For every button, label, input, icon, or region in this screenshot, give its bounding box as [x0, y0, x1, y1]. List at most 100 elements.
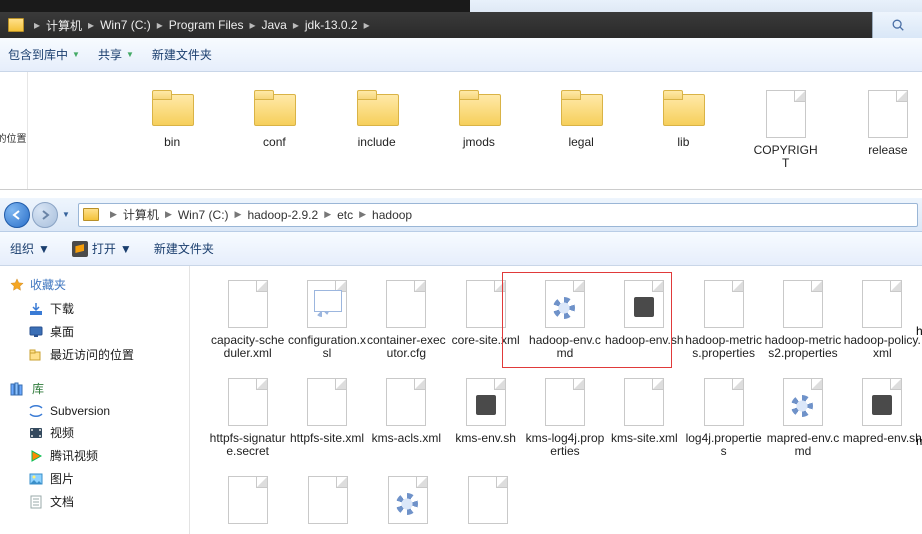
sidebar-item-pictures[interactable]: 图片 — [10, 467, 189, 490]
include-library-button[interactable]: 包含到库中 ▼ — [8, 46, 80, 63]
chevron-down-icon: ▼ — [126, 50, 134, 59]
breadcrumb-segment[interactable]: hadoop — [371, 208, 413, 222]
file-icon — [704, 280, 744, 328]
file-item[interactable]: conf — [240, 90, 308, 149]
share-button[interactable]: 共享 ▼ — [98, 46, 134, 63]
breadcrumb-segment[interactable]: Win7 (C:) — [98, 18, 153, 32]
file-icon — [466, 378, 506, 426]
file-item[interactable] — [448, 476, 528, 524]
file-item[interactable]: jmods — [445, 90, 513, 149]
file-item[interactable] — [288, 476, 368, 524]
file-icon — [545, 378, 585, 426]
file-icon — [468, 476, 508, 524]
file-icon — [466, 280, 506, 328]
chevron-right-icon: ▸ — [153, 18, 167, 32]
breadcrumb-segment[interactable]: jdk-13.0.2 — [303, 18, 360, 32]
file-label: hadoop-metrics.properties — [684, 334, 763, 360]
file-item[interactable]: log4j.properties — [684, 378, 763, 458]
search-box[interactable] — [872, 12, 922, 38]
folder-icon — [557, 90, 605, 130]
breadcrumb-segment[interactable]: Program Files — [167, 18, 246, 32]
label: 图片 — [50, 470, 74, 487]
documents-icon — [28, 495, 44, 509]
file-item[interactable]: include — [343, 90, 411, 149]
breadcrumb-segment[interactable]: etc — [336, 208, 354, 222]
file-item[interactable]: container-executor.cfg — [367, 280, 446, 360]
file-item[interactable]: hadoop-env.cmd — [525, 280, 604, 360]
file-label: hadoop-policy.xml — [843, 334, 922, 360]
address-bar-bottom[interactable]: ▶ 计算机 ▶ Win7 (C:) ▶ hadoop-2.9.2 ▶ etc ▶… — [78, 203, 918, 227]
file-item[interactable]: hadoop-metrics.properties — [684, 280, 763, 360]
file-item[interactable]: release — [854, 90, 922, 157]
file-label: hadoop-metrics2.properties — [763, 334, 842, 360]
navigation-pane[interactable]: 收藏夹 下载 桌面 最近访问的位置 库 Subversion — [0, 266, 190, 534]
file-icon — [307, 378, 347, 426]
history-dropdown[interactable]: ▼ — [62, 210, 74, 219]
file-item[interactable]: hadoop-metrics2.properties — [763, 280, 842, 360]
file-item[interactable] — [208, 476, 288, 524]
sidebar-item-downloads[interactable]: 下载 — [10, 297, 189, 320]
breadcrumb-segment[interactable]: Java — [260, 18, 289, 32]
file-item[interactable] — [368, 476, 448, 524]
file-grid-top[interactable]: bin conf include jmods legal lib COPYRIGHT rele… — [28, 72, 922, 189]
sidebar-item-subversion[interactable]: Subversion — [10, 401, 189, 421]
sidebar-item-desktop[interactable]: 桌面 — [10, 320, 189, 343]
file-label: log4j.properties — [684, 432, 763, 458]
open-button[interactable]: 打开 ▼ — [72, 240, 132, 257]
file-item[interactable]: configuration.xsl — [287, 280, 366, 360]
file-icon — [228, 378, 268, 426]
label: 下载 — [50, 300, 74, 317]
file-item[interactable]: mapred-env.cmd — [763, 378, 842, 458]
file-item[interactable]: kms-env.sh — [446, 378, 525, 458]
file-icon — [783, 280, 823, 328]
breadcrumb-segment[interactable]: hadoop-2.9.2 — [246, 208, 319, 222]
breadcrumb-segment[interactable]: 计算机 — [44, 17, 84, 34]
window-titlebar — [0, 0, 922, 12]
sidebar-item-tencent-video[interactable]: 腾讯视频 — [10, 444, 189, 467]
file-label: kms-acls.xml — [372, 432, 441, 445]
file-row — [208, 476, 922, 524]
back-button[interactable] — [4, 202, 30, 228]
sidebar-item-videos[interactable]: 视频 — [10, 421, 189, 444]
file-item[interactable]: hadoop-env.sh — [605, 280, 684, 360]
chevron-right-icon: ▸ — [360, 18, 374, 32]
new-folder-button[interactable]: 新建文件夹 — [154, 240, 214, 257]
sidebar-hint: 访问的位置 — [0, 128, 15, 146]
label: 新建文件夹 — [152, 46, 212, 63]
file-item[interactable]: core-site.xml — [446, 280, 525, 360]
file-grid-bottom[interactable]: capacity-scheduler.xmlconfiguration.xslc… — [190, 266, 922, 534]
file-icon — [862, 280, 902, 328]
file-item[interactable]: capacity-scheduler.xml — [208, 280, 287, 360]
file-item[interactable]: httpfs-site.xml — [287, 378, 366, 458]
file-label: conf — [263, 136, 286, 149]
libraries-header[interactable]: 库 — [10, 380, 189, 397]
chevron-right-icon: ▸ — [30, 18, 44, 32]
file-label: mapred-env.sh — [843, 432, 922, 445]
breadcrumb-segment[interactable]: Win7 (C:) — [177, 208, 230, 222]
file-label: release — [868, 144, 907, 157]
label: 库 — [32, 380, 44, 397]
file-item[interactable]: mapred-env.sh — [843, 378, 922, 458]
file-label: legal — [568, 136, 593, 149]
file-item[interactable]: lib — [649, 90, 717, 149]
file-item[interactable]: legal — [547, 90, 615, 149]
organize-button[interactable]: 组织 ▼ — [10, 240, 50, 257]
sidebar-item-documents[interactable]: 文档 — [10, 490, 189, 513]
file-item[interactable]: httpfs-signature.secret — [208, 378, 287, 458]
forward-button[interactable] — [32, 202, 58, 228]
file-icon — [868, 90, 908, 138]
address-bar-top[interactable]: ▸ 计算机 ▸ Win7 (C:) ▸ Program Files ▸ Java… — [0, 12, 922, 38]
file-item[interactable]: kms-log4j.properties — [525, 378, 604, 458]
favorites-header[interactable]: 收藏夹 — [10, 276, 189, 293]
file-item[interactable]: COPYRIGHT — [752, 90, 820, 170]
file-label: kms-log4j.properties — [525, 432, 604, 458]
file-icon — [386, 378, 426, 426]
breadcrumb-segment[interactable]: 计算机 — [122, 206, 160, 223]
file-item[interactable]: kms-site.xml — [605, 378, 684, 458]
file-label: COPYRIGHT — [752, 144, 820, 170]
file-item[interactable]: kms-acls.xml — [367, 378, 446, 458]
new-folder-button[interactable]: 新建文件夹 — [152, 46, 212, 63]
file-item[interactable]: bin — [138, 90, 206, 149]
sidebar-item-recent[interactable]: 最近访问的位置 — [10, 343, 189, 366]
file-item[interactable]: hadoop-policy.xml — [843, 280, 922, 360]
